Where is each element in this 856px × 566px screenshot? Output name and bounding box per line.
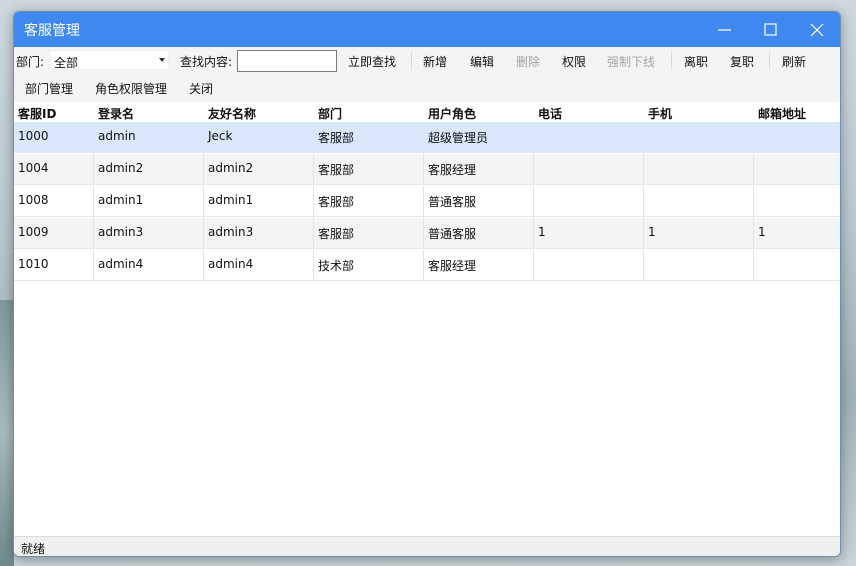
column-header[interactable]: 手机: [648, 105, 672, 122]
minimize-icon: [718, 29, 731, 31]
department-manage-button[interactable]: 部门管理: [25, 80, 73, 97]
table-cell: 1000: [18, 129, 49, 143]
table-cell: 客服部: [314, 154, 424, 185]
table-row[interactable]: 1010 admin4 admin4 技术部 客服经理: [14, 250, 840, 281]
main-toolbar: 部门: 全部 查找内容: 立即查找 新增 编辑 删除 权限 强制下线 离职 复职…: [14, 47, 840, 75]
customer-service-window: 客服管理 部门: 全部 查找内容: 立即查找 新增 编辑 删除 权限 强制下线 …: [13, 11, 841, 557]
table-cell: admin2: [94, 154, 204, 185]
status-bar: 就绪: [14, 536, 840, 556]
column-header[interactable]: 友好名称: [208, 105, 256, 122]
table-cell: admin3: [204, 218, 314, 249]
column-header[interactable]: 登录名: [98, 105, 134, 122]
table-cell: [534, 250, 644, 281]
toolbar-divider: [769, 52, 770, 69]
department-selected-value: 全部: [54, 56, 79, 70]
table-cell: admin1: [94, 186, 204, 217]
search-now-button[interactable]: 立即查找: [348, 53, 396, 70]
table-cell: admin3: [94, 218, 204, 249]
table-cell: [644, 250, 754, 281]
maximize-icon: [764, 23, 777, 36]
department-label: 部门:: [16, 55, 45, 69]
table-row[interactable]: 1009 admin3 admin3 客服部 普通客服 1 1 1: [14, 218, 840, 249]
toolbar-divider: [411, 52, 412, 69]
role-permission-button[interactable]: 角色权限管理: [95, 80, 167, 97]
table-row[interactable]: 1008 admin1 admin1 客服部 普通客服: [14, 186, 840, 217]
table-cell: [644, 122, 754, 153]
secondary-toolbar: 部门管理 角色权限管理 关闭: [14, 74, 840, 103]
table-cell: admin: [98, 129, 136, 143]
search-input[interactable]: [237, 50, 337, 72]
table-cell: 1: [758, 225, 766, 239]
table-cell: 客服经理: [424, 154, 534, 185]
column-header[interactable]: 邮箱地址: [758, 105, 806, 122]
table-cell: 1009: [14, 218, 94, 249]
table-row[interactable]: 1000 admin Jeck 客服部 超级管理员: [14, 122, 840, 153]
close-button[interactable]: 关闭: [189, 80, 213, 97]
window-title: 客服管理: [24, 23, 80, 39]
department-select[interactable]: 全部: [50, 50, 169, 70]
table-cell: 客服部: [314, 218, 424, 249]
column-header[interactable]: 客服ID: [18, 105, 56, 122]
permission-button[interactable]: 权限: [562, 53, 586, 70]
table-cell: [754, 186, 840, 217]
rehire-button[interactable]: 复职: [730, 53, 754, 70]
refresh-button[interactable]: 刷新: [782, 53, 806, 70]
table-cell: admin1: [204, 186, 314, 217]
table-cell: admin4: [94, 250, 204, 281]
table-cell: 1010: [14, 250, 94, 281]
table-cell: 客服部: [314, 186, 424, 217]
column-header[interactable]: 部门: [318, 105, 342, 122]
force-offline-button[interactable]: 强制下线: [607, 53, 655, 70]
column-header[interactable]: 电话: [538, 105, 562, 122]
title-bar[interactable]: 客服管理: [14, 12, 840, 47]
table-cell: Jeck: [208, 129, 233, 143]
table-cell: 1: [534, 218, 644, 249]
table-cell: [754, 122, 840, 153]
table-cell: 技术部: [314, 250, 424, 281]
status-text: 就绪: [21, 542, 46, 556]
chevron-down-icon: [159, 58, 165, 62]
column-header[interactable]: 用户角色: [428, 105, 476, 122]
table-cell: [534, 122, 644, 153]
add-button[interactable]: 新增: [423, 53, 447, 70]
search-label: 查找内容:: [180, 55, 233, 69]
table-cell: admin2: [204, 154, 314, 185]
edit-button[interactable]: 编辑: [470, 53, 494, 70]
table-cell: [644, 186, 754, 217]
table-cell: [534, 186, 644, 217]
table-cell: 客服经理: [424, 250, 534, 281]
table-cell: 1: [644, 218, 754, 249]
maximize-button[interactable]: [748, 12, 794, 47]
close-icon: [810, 23, 824, 37]
table-header: 客服ID 登录名 友好名称 部门 用户角色 电话 手机 邮箱地址: [14, 102, 840, 122]
resign-button[interactable]: 离职: [684, 53, 708, 70]
customer-service-table: 客服ID 登录名 友好名称 部门 用户角色 电话 手机 邮箱地址 1000 admin Jeck 客…: [14, 102, 840, 536]
table-row[interactable]: 1004 admin2 admin2 客服部 客服经理: [14, 154, 840, 185]
table-cell: 客服部: [318, 131, 355, 145]
table-cell: 超级管理员: [428, 131, 489, 145]
close-window-button[interactable]: [794, 12, 840, 47]
table-cell: [534, 154, 644, 185]
table-cell: [754, 250, 840, 281]
toolbar-divider: [671, 52, 672, 69]
table-cell: 普通客服: [424, 186, 534, 217]
minimize-button[interactable]: [702, 12, 748, 47]
table-cell: [754, 154, 840, 185]
table-cell: 1008: [14, 186, 94, 217]
desktop-background: [0, 300, 14, 566]
table-cell: 普通客服: [424, 218, 534, 249]
table-cell: [644, 154, 754, 185]
delete-button[interactable]: 删除: [516, 53, 540, 70]
table-cell: 1004: [14, 154, 94, 185]
table-cell: admin4: [204, 250, 314, 281]
